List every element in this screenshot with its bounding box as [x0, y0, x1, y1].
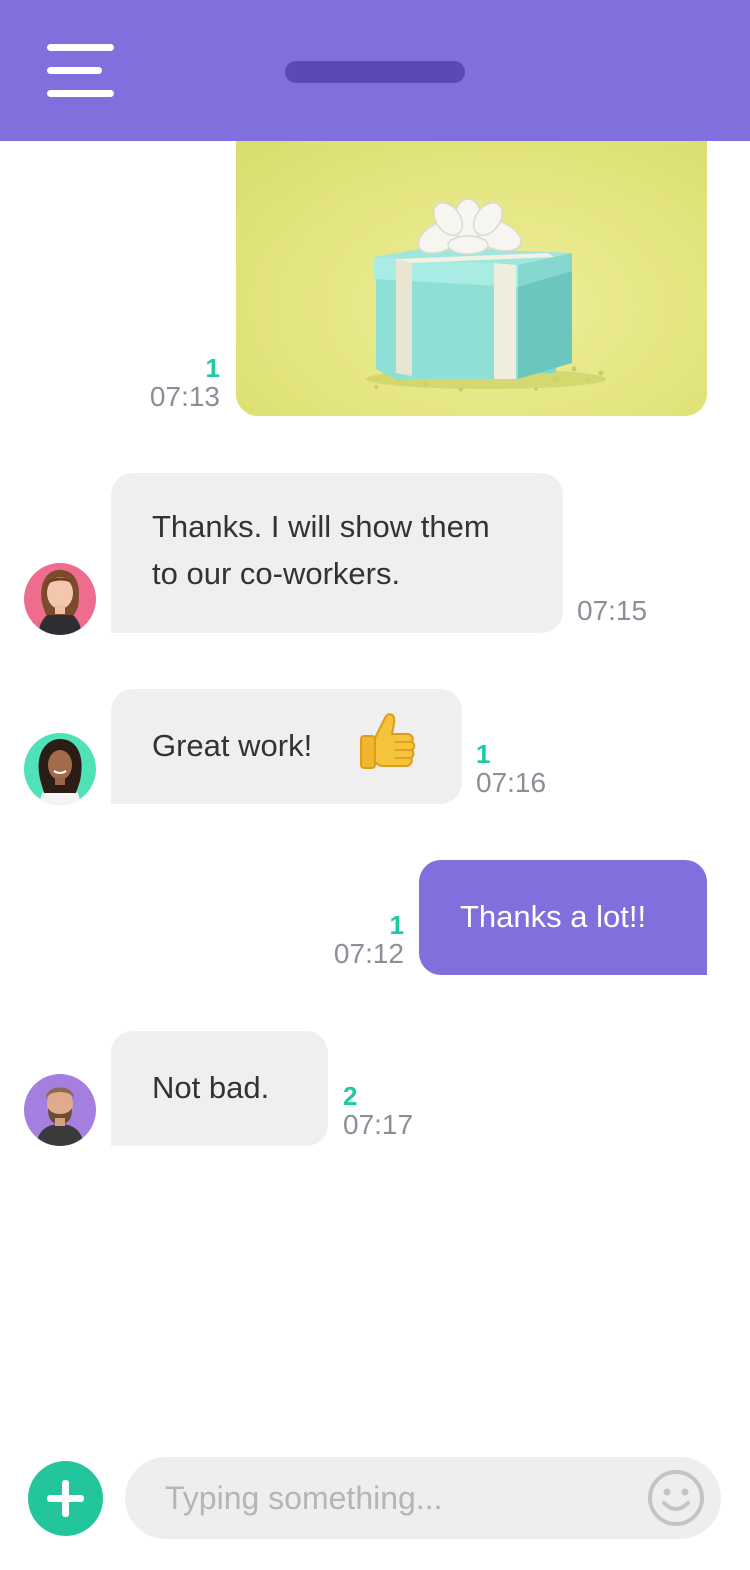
- message-time: 07:15: [577, 595, 648, 626]
- message-meta: 1 07:13: [150, 355, 220, 411]
- plus-icon: [62, 1480, 69, 1517]
- message-text-line: Thanks. I will show them: [152, 509, 490, 544]
- message-bubble[interactable]: Thanks a lot!!: [419, 860, 707, 975]
- avatar-woman-pink-background: [38, 569, 82, 635]
- message-bubble[interactable]: Not bad.: [111, 1031, 328, 1146]
- menu-bar: [47, 44, 114, 51]
- message-meta: 1 07:12: [334, 912, 404, 968]
- menu-bar: [47, 90, 114, 97]
- message-text: Thanks a lot!!: [460, 899, 647, 934]
- read-count: 1: [205, 353, 220, 383]
- message-meta: 1 07:16: [476, 741, 546, 797]
- avatar[interactable]: [24, 563, 96, 635]
- message-bubble[interactable]: Thanks. I will show them to our co-worke…: [111, 473, 563, 633]
- message-bubble[interactable]: Great work!: [111, 689, 462, 804]
- message-time: 07:17: [343, 1109, 414, 1140]
- hamburger-menu-icon[interactable]: [47, 44, 114, 98]
- thumbs-up-icon: [360, 713, 416, 769]
- message-text: Great work!: [152, 728, 313, 763]
- message-input[interactable]: [165, 1457, 625, 1539]
- avatar[interactable]: [24, 733, 96, 805]
- gift-box-image[interactable]: [236, 141, 707, 416]
- message-time: 07:12: [333, 938, 404, 969]
- read-count: 2: [343, 1081, 358, 1111]
- read-count: 1: [476, 739, 491, 769]
- message-meta: 2 07:17: [343, 1083, 413, 1139]
- smiley-icon[interactable]: [647, 1469, 705, 1527]
- conversation-title-placeholder: [285, 61, 465, 83]
- message-time: 07:13: [149, 381, 220, 412]
- avatar-man-purple-background: [36, 1087, 84, 1146]
- message-time: 07:16: [476, 767, 547, 798]
- avatar[interactable]: [24, 1074, 96, 1146]
- app-header: [0, 0, 750, 141]
- avatar-woman-green-background: [38, 739, 82, 805]
- gift-box-illustration: [366, 198, 606, 392]
- add-attachment-button[interactable]: [28, 1461, 103, 1536]
- message-composer: [125, 1457, 721, 1539]
- message-text-line: to our co-workers.: [152, 556, 401, 591]
- menu-bar: [47, 67, 102, 74]
- message-text: Not bad.: [152, 1070, 270, 1105]
- message-meta: 07:15: [577, 597, 647, 625]
- read-count: 1: [389, 910, 404, 940]
